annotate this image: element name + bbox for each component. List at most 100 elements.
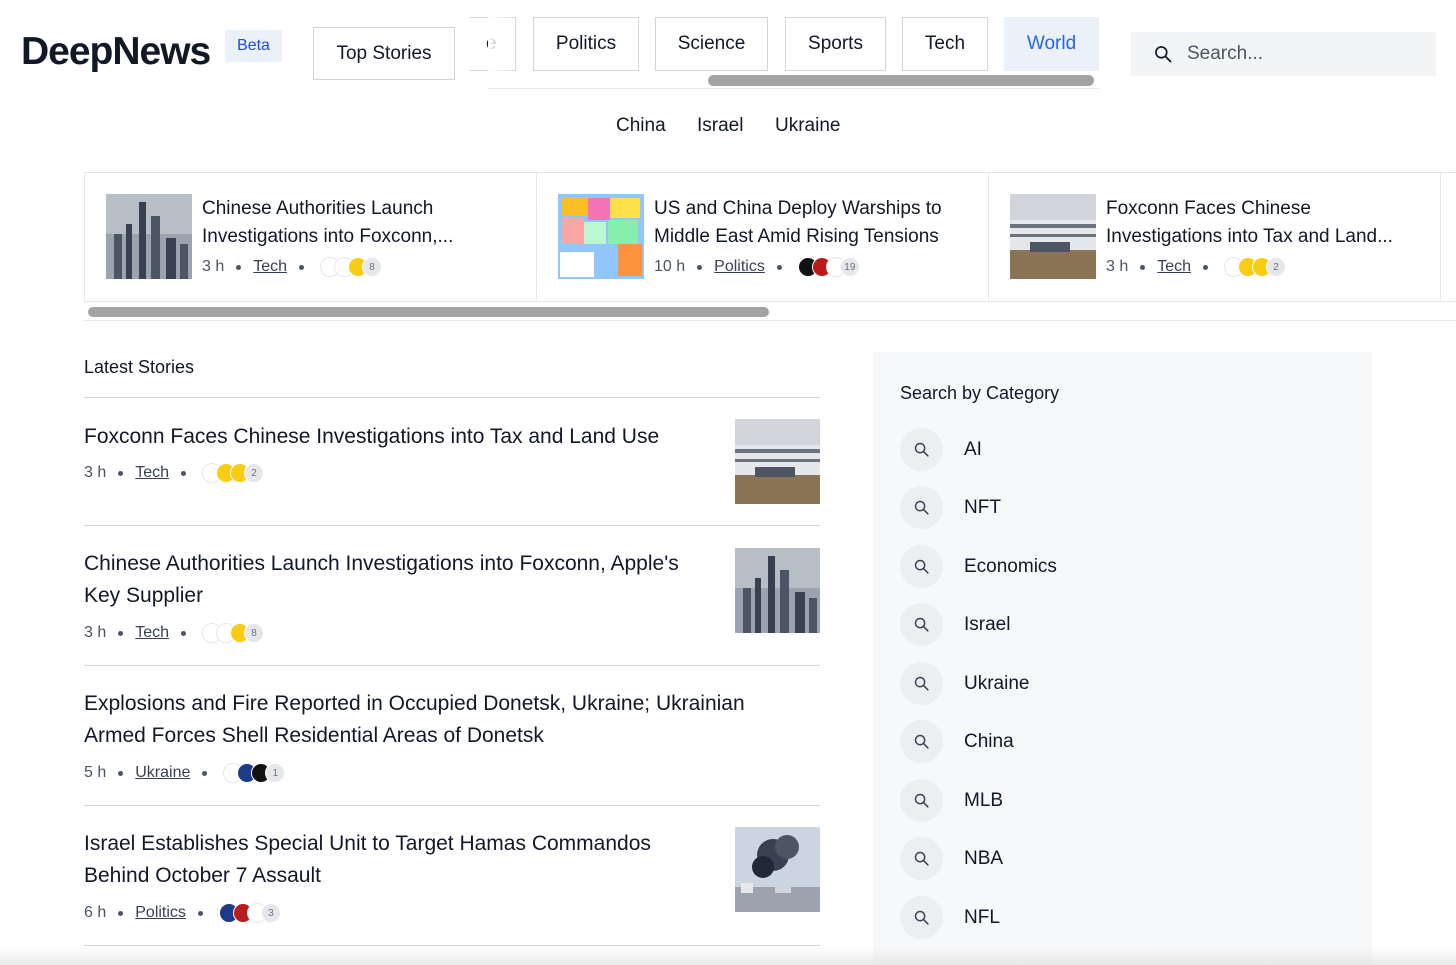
story-title[interactable]: Foxconn Faces Chinese Investigations int… (84, 421, 704, 453)
story-title[interactable]: Explosions and Fire Reported in Occupied… (84, 688, 804, 752)
tab-politics[interactable]: Politics (533, 17, 639, 71)
category-item-china[interactable]: China (900, 720, 1014, 763)
category-item-nfl[interactable]: NFL (900, 896, 1000, 939)
category-item-ukraine[interactable]: Ukraine (900, 662, 1029, 705)
category-link[interactable]: Tech (135, 624, 169, 642)
category-item-nft[interactable]: NFT (900, 486, 1001, 529)
card-meta: 10 h Politics 19 (654, 257, 860, 277)
dot-separator (776, 264, 782, 270)
dot-separator (118, 630, 124, 636)
story-time: 5 h (84, 764, 107, 781)
card-title[interactable]: US and China Deploy Warships to Middle E… (654, 195, 974, 251)
story-item[interactable]: Chinese Authorities Launch Investigation… (84, 526, 820, 666)
site-logo[interactable]: DeepNews (21, 30, 211, 74)
source-count: 1 (265, 763, 286, 783)
category-item-mlb[interactable]: MLB (900, 779, 1003, 822)
story-item[interactable]: Explosions and Fire Reported in Occupied… (84, 666, 820, 806)
category-link[interactable]: Ukraine (135, 764, 190, 782)
source-icons[interactable]: 8 (320, 257, 383, 277)
source-count: 2 (244, 463, 265, 483)
category-item-nba[interactable]: NBA (900, 837, 1003, 880)
source-icons[interactable]: 2 (1224, 257, 1287, 277)
category-link[interactable]: Politics (135, 904, 186, 922)
bottom-fade (0, 947, 1456, 965)
story-item[interactable]: Israel Establishes Special Unit to Targe… (84, 806, 820, 946)
dot-separator (697, 264, 703, 270)
search-icon (900, 720, 943, 763)
category-link[interactable]: Politics (714, 258, 765, 276)
story-thumbnail (735, 419, 820, 504)
sidebar-heading: Search by Category (900, 383, 1060, 403)
card-meta: 3 h Tech 2 (1106, 257, 1287, 277)
category-link[interactable]: Tech (253, 258, 287, 276)
tab-label: Tech (924, 33, 966, 54)
story-thumbnail (106, 194, 192, 279)
latest-stories-heading: Latest Stories (84, 357, 195, 377)
search-icon (1155, 46, 1172, 63)
carousel-card[interactable]: US and China Deploy Warships to Middle E… (537, 173, 989, 301)
dot-separator (299, 264, 305, 270)
dot-separator (181, 470, 187, 476)
carousel-scroll-track (84, 320, 1456, 321)
category-item-economics[interactable]: Economics (900, 545, 1057, 588)
source-icons[interactable]: 8 (202, 623, 265, 643)
tab-sports[interactable]: Sports (785, 17, 886, 71)
carousel-card[interactable]: Chinese Authorities Launch Investigation… (85, 173, 537, 301)
card-title[interactable]: Chinese Authorities Launch Investigation… (202, 195, 522, 251)
source-icons[interactable]: 19 (797, 257, 860, 277)
story-title[interactable]: Chinese Authorities Launch Investigation… (84, 548, 704, 612)
story-item[interactable]: Foxconn Faces Chinese Investigations int… (84, 419, 820, 526)
story-meta: 3 h Tech 8 (84, 623, 265, 643)
top-stories-carousel: Chinese Authorities Launch Investigation… (84, 172, 1456, 302)
search-icon (900, 428, 943, 471)
category-item-israel[interactable]: Israel (900, 603, 1010, 646)
source-icons[interactable]: 2 (202, 463, 265, 483)
category-label: NFT (964, 496, 1001, 518)
search-icon (900, 603, 943, 646)
card-title[interactable]: Foxconn Faces Chinese Investigations int… (1106, 195, 1426, 251)
category-item-ai[interactable]: AI (900, 428, 982, 471)
story-time: 3 h (202, 258, 225, 275)
category-link[interactable]: Tech (135, 464, 169, 482)
dot-separator (118, 770, 124, 776)
source-count: 8 (362, 257, 383, 277)
story-thumbnail (1010, 194, 1096, 279)
nav-scrollbar[interactable] (708, 75, 1094, 86)
subtab-israel[interactable]: Israel (697, 115, 743, 137)
story-title[interactable]: Israel Establishes Special Unit to Targe… (84, 828, 704, 892)
dot-separator (197, 910, 203, 916)
search-icon (900, 486, 943, 529)
story-thumbnail (558, 194, 644, 279)
source-icons[interactable]: 3 (218, 903, 281, 923)
tab-science[interactable]: Science (655, 17, 768, 71)
search-icon (900, 837, 943, 880)
subtab-china[interactable]: China (616, 115, 666, 137)
search-input[interactable] (1187, 43, 1427, 65)
source-icons[interactable]: 1 (223, 763, 286, 783)
category-link[interactable]: Tech (1157, 258, 1191, 276)
story-time: 6 h (84, 904, 107, 921)
tab-top-stories[interactable]: Top Stories (313, 27, 455, 80)
carousel-scrollbar[interactable] (88, 307, 769, 317)
dot-separator (236, 264, 242, 270)
tab-world[interactable]: World (1004, 17, 1099, 71)
search-icon (900, 662, 943, 705)
search-box[interactable] (1131, 32, 1436, 76)
dot-separator (1203, 264, 1209, 270)
carousel-card[interactable]: Foxconn Faces Chinese Investigations int… (989, 173, 1441, 301)
card-meta: 3 h Tech 8 (202, 257, 383, 277)
tab-label: Science (677, 33, 746, 54)
category-label: NBA (964, 847, 1004, 869)
story-meta: 6 h Politics 3 (84, 903, 281, 923)
beta-badge: Beta (225, 30, 282, 62)
story-time: 10 h (654, 258, 686, 275)
story-time: 3 h (84, 464, 107, 481)
tab-label: Politics (555, 33, 617, 54)
dot-separator (118, 470, 124, 476)
story-thumbnail (735, 827, 820, 912)
subtab-ukraine[interactable]: Ukraine (775, 115, 840, 137)
tab-tech[interactable]: Tech (902, 17, 988, 71)
search-icon (900, 896, 943, 939)
source-count: 3 (260, 903, 281, 923)
category-label: China (964, 730, 1014, 752)
